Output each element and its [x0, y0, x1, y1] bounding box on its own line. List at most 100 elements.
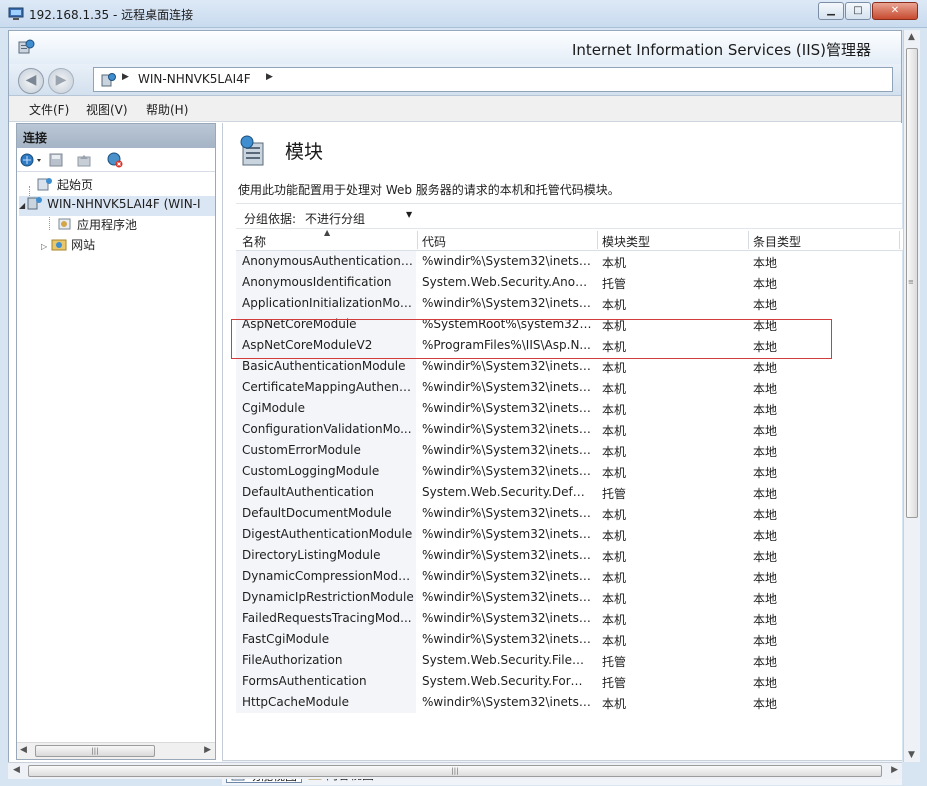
cell-module-type: 本机 [602, 466, 627, 480]
disconnect-icon[interactable] [106, 152, 123, 168]
menu-view[interactable]: 视图(V) [86, 101, 128, 118]
table-row[interactable]: DigestAuthenticationModule %windir%\Syste… [236, 524, 903, 545]
cell-code: %windir%\System32\inetsr... [422, 548, 592, 562]
cell-code: %windir%\System32\inetsr... [422, 506, 592, 520]
connections-toolbar [17, 148, 215, 172]
cell-name: CgiModule [242, 401, 305, 415]
scroll-left-icon[interactable]: ◀ [13, 765, 20, 775]
scroll-thumb[interactable]: ||| [28, 765, 882, 777]
table-row[interactable]: ApplicationInitializationMod... %windir%\… [236, 293, 903, 314]
scroll-right-icon[interactable]: ▶ [891, 765, 898, 775]
save-icon[interactable] [48, 152, 64, 168]
address-box[interactable]: ▶ WIN-NHNVK5LAI4F ▶ [93, 67, 893, 92]
scroll-down-icon[interactable]: ▼ [908, 750, 915, 760]
cell-name: AnonymousAuthenticationM... [242, 254, 414, 268]
cell-entry-type: 本地 [753, 655, 778, 669]
table-row[interactable]: CgiModule %windir%\System32\inetsr... 本机 本地 [236, 398, 903, 419]
scroll-thumb[interactable]: ||| [35, 745, 155, 757]
breadcrumb-separator-icon[interactable]: ▶ [266, 72, 273, 82]
cell-entry-type: 本地 [753, 466, 778, 480]
vertical-scrollbar[interactable]: ▲ ≡ ▼ [903, 30, 920, 762]
up-folder-icon[interactable] [76, 152, 92, 168]
tree-label: 起始页 [57, 178, 94, 192]
dropdown-arrow-icon[interactable]: ▼ [406, 210, 412, 219]
table-row[interactable]: ConfigurationValidationMo... %windir%\Sys… [236, 419, 903, 440]
scroll-up-icon[interactable]: ▲ [908, 32, 915, 42]
cell-module-type: 本机 [602, 613, 627, 627]
table-row[interactable]: DynamicCompressionModule %windir%\System3… [236, 566, 903, 587]
tree-node-server[interactable]: ◢ WIN-NHNVK5LAI4F (WIN-I [19, 196, 215, 216]
table-row[interactable]: CertificateMappingAuthenti... %windir%\Sy… [236, 377, 903, 398]
cell-code: System.Web.Security.Forms... [422, 674, 592, 688]
minimize-button[interactable]: ▁ [818, 2, 844, 20]
cell-code: System.Web.Security.Defau... [422, 485, 592, 499]
connect-icon[interactable] [20, 152, 41, 168]
cell-module-type: 本机 [602, 697, 627, 711]
cell-module-type: 本机 [602, 634, 627, 648]
column-header-name[interactable]: 名称 [242, 233, 266, 250]
menu-file[interactable]: 文件(F) [29, 101, 69, 118]
connections-horizontal-scrollbar[interactable]: ◀ ||| ▶ [17, 742, 215, 759]
horizontal-scrollbar[interactable]: ◀ ||| ▶ [8, 762, 902, 779]
server-icon [100, 72, 116, 88]
cell-name: FastCgiModule [242, 632, 330, 646]
tree-node-app-pools[interactable]: 应用程序池 [57, 216, 137, 236]
cell-code: %windir%\System32\inetsr... [422, 401, 592, 415]
column-header-entry-type[interactable]: 条目类型 [753, 233, 801, 250]
cell-name: DefaultAuthentication [242, 485, 374, 499]
table-row[interactable]: DefaultAuthentication System.Web.Security… [236, 482, 903, 503]
iis-manager-window: Internet Information Services (IIS)管理器 ◀… [8, 30, 903, 785]
group-by-select[interactable]: 不进行分组 [305, 210, 365, 227]
cell-entry-type: 本地 [753, 613, 778, 627]
scroll-grip-icon: ≡ [908, 278, 914, 286]
cell-name: DynamicCompressionModule [242, 569, 414, 583]
table-row[interactable]: DefaultDocumentModule %windir%\System32\i… [236, 503, 903, 524]
table-row[interactable]: FileAuthorization System.Web.Security.Fil… [236, 650, 903, 671]
close-button[interactable]: ✕ [872, 2, 918, 20]
breadcrumb-separator-icon[interactable]: ▶ [122, 72, 129, 82]
cell-name: AnonymousIdentification [242, 275, 392, 289]
column-header-module-type[interactable]: 模块类型 [602, 233, 650, 250]
scroll-left-icon[interactable]: ◀ [20, 745, 27, 755]
table-row[interactable]: FastCgiModule %windir%\System32\inetsr...… [236, 629, 903, 650]
scroll-right-icon[interactable]: ▶ [204, 745, 211, 755]
table-row[interactable]: CustomErrorModule %windir%\System32\inets… [236, 440, 903, 461]
table-row[interactable]: AnonymousAuthenticationM... %windir%\Syst… [236, 251, 903, 272]
cell-name: CertificateMappingAuthenti... [242, 380, 414, 394]
app-title: Internet Information Services (IIS)管理器 [571, 41, 871, 59]
table-row[interactable]: HttpCacheModule %windir%\System32\inetsr.… [236, 692, 903, 713]
table-row[interactable]: FormsAuthentication System.Web.Security.F… [236, 671, 903, 692]
cell-code: %windir%\System32\inetsr... [422, 569, 592, 583]
tree-node-sites[interactable]: ▷ 网站 [41, 236, 95, 256]
cell-module-type: 本机 [602, 403, 627, 417]
forward-button[interactable]: ▶ [48, 68, 74, 94]
cell-code: %windir%\System32\inetsr... [422, 695, 592, 709]
column-header-code[interactable]: 代码 [422, 233, 446, 250]
table-row[interactable]: FailedRequestsTracingMod... %windir%\Syst… [236, 608, 903, 629]
cell-entry-type: 本地 [753, 487, 778, 501]
maximize-button[interactable]: □ [845, 2, 871, 20]
menu-help[interactable]: 帮助(H) [146, 101, 188, 118]
collapse-arrow-icon[interactable]: ◢ [19, 201, 25, 210]
table-row[interactable]: CustomLoggingModule %windir%\System32\ine… [236, 461, 903, 482]
cell-name: DefaultDocumentModule [242, 506, 392, 520]
page-description: 使用此功能配置用于处理对 Web 服务器的请求的本机和托管代码模块。 [238, 183, 620, 197]
tree-node-start-page[interactable]: 起始页 [37, 176, 93, 196]
table-row[interactable]: AnonymousIdentification System.Web.Securi… [236, 272, 903, 293]
annotation-highlight-box [231, 319, 832, 359]
cell-entry-type: 本地 [753, 277, 778, 291]
expand-arrow-icon[interactable]: ▷ [41, 242, 47, 251]
cell-name: HttpCacheModule [242, 695, 350, 709]
table-row[interactable]: BasicAuthenticationModule %windir%\System… [236, 356, 903, 377]
cell-entry-type: 本地 [753, 508, 778, 522]
table-row[interactable]: DynamicIpRestrictionModule %windir%\Syste… [236, 587, 903, 608]
back-button[interactable]: ◀ [18, 68, 44, 94]
iis-app-icon [17, 39, 35, 55]
page-title: 模块 [285, 141, 324, 163]
cell-name: DigestAuthenticationModule [242, 527, 413, 541]
table-row[interactable]: DirectoryListingModule %windir%\System32\… [236, 545, 903, 566]
group-by-label: 分组依据: [244, 212, 297, 226]
breadcrumb-server[interactable]: WIN-NHNVK5LAI4F [138, 72, 251, 86]
cell-module-type: 本机 [602, 508, 627, 522]
cell-name: ConfigurationValidationMo... [242, 422, 412, 436]
